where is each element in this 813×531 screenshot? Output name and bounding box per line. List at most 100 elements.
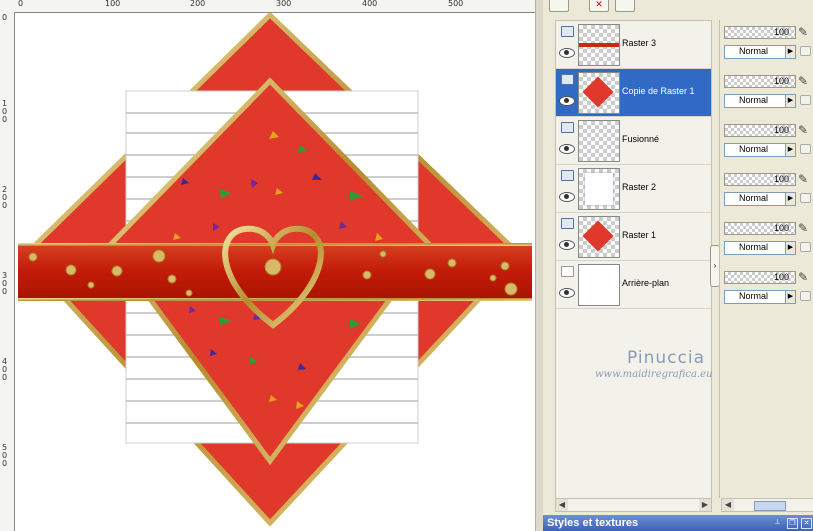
lock-icon[interactable] (800, 46, 811, 56)
opacity-value: 100 (773, 272, 789, 282)
layer-row-raster-3[interactable]: Raster 3 (556, 21, 711, 69)
lock-icon[interactable] (800, 242, 811, 252)
ruler-tick-label: 0 (18, 0, 24, 8)
brush-icon[interactable]: ✎ (798, 123, 808, 137)
layer-type-icon (561, 218, 574, 229)
ruler-tick-label: 100 (105, 0, 121, 8)
layers-palette: ✕ Raster 3 Copie de Raster 1 Fusionné Ra… (543, 0, 813, 531)
layer-properties-column: 100 ✎ Normal ▶ 100 ✎ Normal ▶ 100 ✎ Normal… (719, 20, 813, 498)
opacity-slider[interactable]: 100 (724, 75, 796, 88)
blend-mode-select[interactable]: Normal ▶ (724, 192, 796, 206)
layer-list-horizontal-scrollbar[interactable]: ◀ ▶ (555, 498, 712, 512)
layer-type-icon (561, 122, 574, 133)
blend-mode-value: Normal (739, 144, 769, 154)
dropdown-arrow-icon[interactable]: ▶ (785, 144, 795, 156)
dropdown-arrow-icon[interactable]: ▶ (785, 291, 795, 303)
layer-row-raster-1[interactable]: Raster 1 (556, 213, 711, 261)
ruler-tick-label: 500 (2, 443, 8, 468)
blend-mode-select[interactable]: Normal ▶ (724, 94, 796, 108)
layer-type-icon (561, 170, 574, 181)
layer-thumbnail (578, 24, 620, 66)
layer-properties: 100 ✎ Normal ▶ (724, 219, 812, 266)
delete-layer-icon[interactable]: ✕ (589, 0, 609, 12)
edit-layer-icon[interactable] (615, 0, 635, 12)
eye-icon[interactable] (559, 288, 575, 298)
opacity-slider[interactable]: 100 (724, 271, 796, 284)
layer-name: Arrière-plan (622, 278, 670, 288)
scroll-left-icon[interactable]: ◀ (556, 499, 568, 511)
lock-icon[interactable] (800, 291, 811, 301)
restore-icon[interactable]: ❐ (787, 518, 798, 529)
layer-type-icon (561, 26, 574, 37)
layer-name: Copie de Raster 1 (622, 86, 695, 96)
dropdown-arrow-icon[interactable]: ▶ (785, 46, 795, 58)
eye-icon[interactable] (559, 96, 575, 106)
ruler-tick-label: 300 (276, 0, 292, 8)
eye-icon[interactable] (559, 144, 575, 154)
scroll-left-icon[interactable]: ◀ (722, 499, 734, 511)
layer-thumbnail (578, 216, 620, 258)
image-canvas[interactable] (15, 13, 535, 531)
blend-mode-value: Normal (739, 291, 769, 301)
blend-mode-select[interactable]: Normal ▶ (724, 290, 796, 304)
brush-icon[interactable]: ✎ (798, 221, 808, 235)
close-icon[interactable]: ✕ (801, 518, 812, 529)
blend-mode-value: Normal (739, 193, 769, 203)
blend-mode-value: Normal (739, 242, 769, 252)
layer-row-fusionne[interactable]: Fusionné (556, 117, 711, 165)
opacity-slider[interactable]: 100 (724, 173, 796, 186)
opacity-slider[interactable]: 100 (724, 26, 796, 39)
opacity-value: 100 (773, 27, 789, 37)
layer-properties: 100 ✎ Normal ▶ (724, 170, 812, 217)
properties-horizontal-scrollbar[interactable]: ◀ (721, 498, 813, 512)
layer-list: Raster 3 Copie de Raster 1 Fusionné Rast… (555, 20, 712, 500)
layer-row-arriere-plan[interactable]: Arrière-plan (556, 261, 711, 309)
ruler-tick-label: 0 (2, 13, 8, 22)
lock-icon[interactable] (800, 95, 811, 105)
ruler-tick-label: 400 (362, 0, 378, 8)
dropdown-arrow-icon[interactable]: ▶ (785, 95, 795, 107)
lock-icon[interactable] (800, 144, 811, 154)
layer-name: Raster 2 (622, 182, 657, 192)
brush-icon[interactable]: ✎ (798, 25, 808, 39)
layer-name: Raster 3 (622, 38, 657, 48)
layer-properties: 100 ✎ Normal ▶ (724, 121, 812, 168)
ruler-tick-label: 200 (190, 0, 206, 8)
layer-thumbnail (578, 72, 620, 114)
ruler-tick-label: 300 (2, 271, 8, 296)
scroll-thumb[interactable] (754, 501, 786, 511)
styles-palette-titlebar[interactable]: Styles et textures ⊥ ❐ ✕ (543, 515, 813, 531)
layer-name: Raster 1 (622, 230, 657, 240)
dropdown-arrow-icon[interactable]: ▶ (785, 242, 795, 254)
lock-icon[interactable] (800, 193, 811, 203)
opacity-slider[interactable]: 100 (724, 124, 796, 137)
opacity-value: 100 (773, 223, 789, 233)
brush-icon[interactable]: ✎ (798, 270, 808, 284)
dropdown-arrow-icon[interactable]: ▶ (785, 193, 795, 205)
ruler-tick-label: 500 (448, 0, 464, 8)
layer-properties: 100 ✎ Normal ▶ (724, 23, 812, 70)
ruler-tick-label: 400 (2, 357, 8, 382)
opacity-slider[interactable]: 100 (724, 222, 796, 235)
layer-thumbnail (578, 120, 620, 162)
eye-icon[interactable] (559, 48, 575, 58)
eye-icon[interactable] (559, 192, 575, 202)
blend-mode-select[interactable]: Normal ▶ (724, 45, 796, 59)
blend-mode-value: Normal (739, 95, 769, 105)
pin-icon[interactable]: ⊥ (773, 518, 782, 527)
layer-row-raster-2[interactable]: Raster 2 (556, 165, 711, 213)
layer-row-copie-de-raster-1[interactable]: Copie de Raster 1 (556, 69, 711, 117)
layer-type-icon (561, 266, 574, 277)
blend-mode-value: Normal (739, 46, 769, 56)
opacity-value: 100 (773, 76, 789, 86)
eye-icon[interactable] (559, 240, 575, 250)
watermark-name: Pinuccia (627, 348, 705, 368)
scroll-right-icon[interactable]: ▶ (699, 499, 711, 511)
blend-mode-select[interactable]: Normal ▶ (724, 143, 796, 157)
layer-thumbnail (578, 168, 620, 210)
opacity-value: 100 (773, 174, 789, 184)
blend-mode-select[interactable]: Normal ▶ (724, 241, 796, 255)
new-layer-icon[interactable] (549, 0, 569, 12)
brush-icon[interactable]: ✎ (798, 172, 808, 186)
brush-icon[interactable]: ✎ (798, 74, 808, 88)
